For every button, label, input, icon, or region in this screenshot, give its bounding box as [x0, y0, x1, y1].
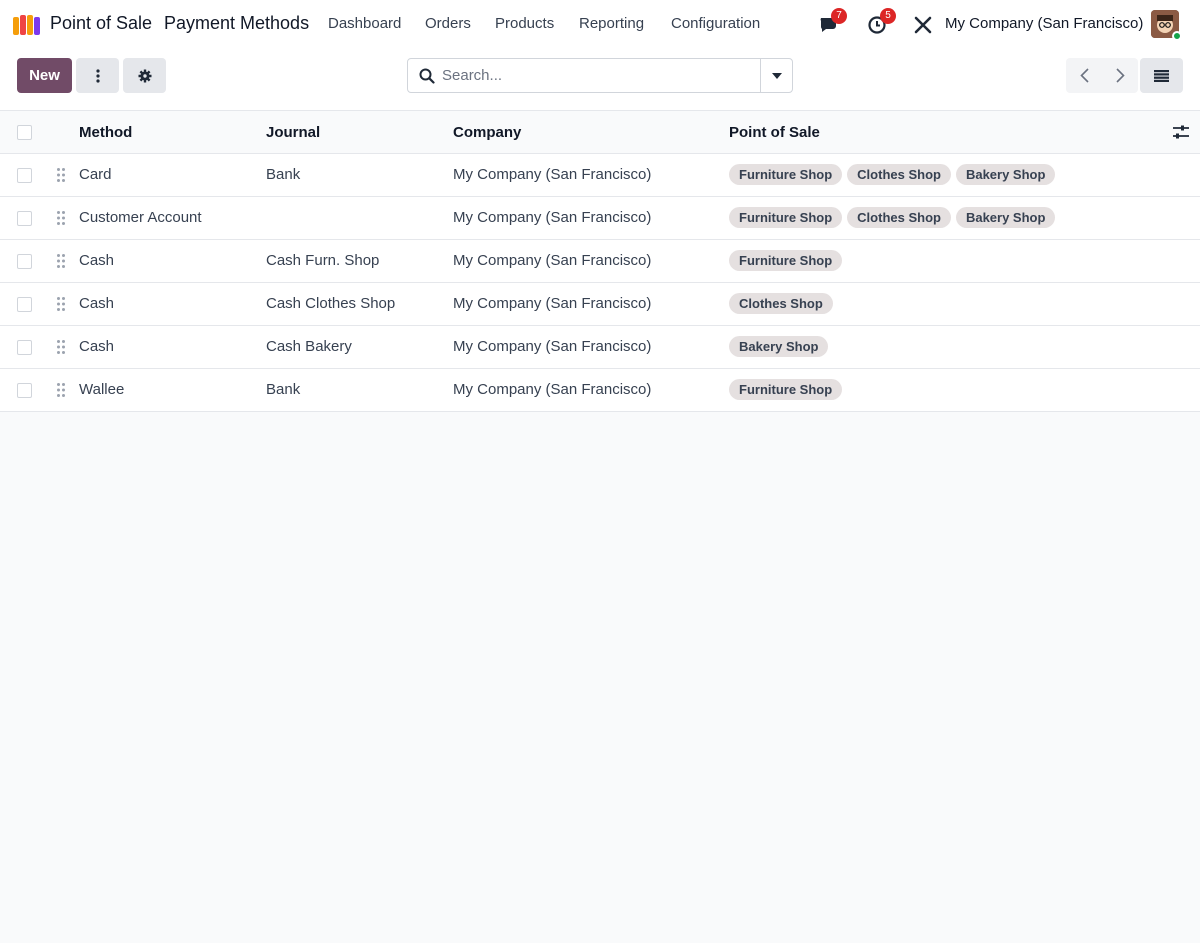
- table-row[interactable]: Cash Cash Furn. Shop My Company (San Franc…: [0, 240, 1200, 283]
- activities-button[interactable]: 5: [866, 8, 896, 36]
- search-bar: [407, 58, 793, 93]
- drag-handle-icon[interactable]: [56, 296, 66, 312]
- chevron-left-icon: [1079, 68, 1089, 83]
- table-header: Method Journal Company Point of Sale: [0, 111, 1200, 154]
- cell-point-of-sale[interactable]: Bakery Shop: [729, 336, 829, 357]
- list-view-icon: [1154, 69, 1169, 82]
- cell-method[interactable]: Customer Account: [79, 209, 202, 226]
- pos-tag: Furniture Shop: [729, 164, 843, 185]
- app-name[interactable]: Point of Sale: [50, 13, 152, 34]
- pos-tag: Clothes Shop: [729, 293, 833, 314]
- chevron-right-icon: [1115, 68, 1125, 83]
- menu-configuration[interactable]: Configuration: [671, 15, 760, 32]
- pager-previous-button[interactable]: [1066, 58, 1102, 93]
- cell-point-of-sale[interactable]: Furniture Shop Clothes Shop Bakery Shop: [729, 207, 1056, 228]
- tools-icon: [914, 16, 932, 34]
- cell-company[interactable]: My Company (San Francisco): [453, 295, 651, 312]
- pager-next-button[interactable]: [1102, 58, 1138, 93]
- cell-point-of-sale[interactable]: Clothes Shop: [729, 293, 833, 314]
- cell-journal[interactable]: Cash Clothes Shop: [266, 295, 395, 312]
- drag-handle-icon[interactable]: [56, 339, 66, 355]
- cell-journal[interactable]: Cash Bakery: [266, 338, 352, 355]
- cell-company[interactable]: My Company (San Francisco): [453, 381, 651, 398]
- row-checkbox[interactable]: [17, 254, 32, 269]
- table-row[interactable]: Cash Cash Bakery My Company (San Francisco…: [0, 326, 1200, 369]
- online-status-dot: [1172, 31, 1182, 41]
- cell-journal[interactable]: Bank: [266, 381, 300, 398]
- cell-company[interactable]: My Company (San Francisco): [453, 338, 651, 355]
- column-header-method[interactable]: Method: [79, 124, 132, 141]
- optional-columns-icon[interactable]: [1172, 124, 1190, 140]
- company-switcher[interactable]: My Company (San Francisco): [945, 15, 1143, 32]
- pos-tag: Furniture Shop: [729, 379, 843, 400]
- drag-handle-icon[interactable]: [56, 382, 66, 398]
- column-header-company[interactable]: Company: [453, 124, 521, 141]
- search-options-toggle[interactable]: [760, 59, 792, 92]
- search-input[interactable]: [442, 59, 760, 92]
- menu-reporting[interactable]: Reporting: [579, 15, 644, 32]
- page-title: Payment Methods: [164, 13, 310, 33]
- pos-tag: Bakery Shop: [955, 207, 1056, 228]
- table-row[interactable]: Wallee Bank My Company (San Francisco) Furn…: [0, 369, 1200, 412]
- cell-method[interactable]: Cash: [79, 338, 114, 355]
- pos-tag: Furniture Shop: [729, 250, 843, 271]
- pos-tag: Clothes Shop: [847, 164, 951, 185]
- new-button[interactable]: New: [17, 58, 72, 93]
- drag-handle-icon[interactable]: [56, 167, 66, 183]
- list-view-button[interactable]: [1140, 58, 1183, 93]
- row-checkbox[interactable]: [17, 168, 32, 183]
- menu-orders[interactable]: Orders: [425, 15, 471, 32]
- actions-menu-button[interactable]: [76, 58, 119, 93]
- messages-badge: 7: [831, 8, 847, 24]
- column-header-point-of-sale[interactable]: Point of Sale: [729, 124, 820, 141]
- cell-company[interactable]: My Company (San Francisco): [453, 166, 651, 183]
- pos-tag: Clothes Shop: [847, 207, 951, 228]
- cell-company[interactable]: My Company (San Francisco): [453, 209, 651, 226]
- caret-down-icon: [771, 72, 782, 79]
- row-checkbox[interactable]: [17, 211, 32, 226]
- cell-method[interactable]: Cash: [79, 252, 114, 269]
- cell-point-of-sale[interactable]: Furniture Shop: [729, 379, 843, 400]
- pos-tag: Bakery Shop: [729, 336, 829, 357]
- top-navbar: Point of Sale Payment Methods Dashboard …: [0, 0, 1200, 48]
- debug-tools-button[interactable]: [911, 12, 935, 36]
- pos-tag: Furniture Shop: [729, 207, 843, 228]
- table-row[interactable]: Customer Account My Company (San Francisc…: [0, 197, 1200, 240]
- cell-point-of-sale[interactable]: Furniture Shop Clothes Shop Bakery Shop: [729, 164, 1056, 185]
- cell-journal[interactable]: Cash Furn. Shop: [266, 252, 379, 269]
- row-checkbox[interactable]: [17, 297, 32, 312]
- drag-handle-icon[interactable]: [56, 210, 66, 226]
- messages-button[interactable]: 7: [817, 8, 847, 36]
- activities-badge: 5: [880, 8, 896, 24]
- cell-method[interactable]: Card: [79, 166, 112, 183]
- cell-company[interactable]: My Company (San Francisco): [453, 252, 651, 269]
- select-all-checkbox[interactable]: [17, 125, 32, 140]
- table-row[interactable]: Cash Cash Clothes Shop My Company (San Fra…: [0, 283, 1200, 326]
- search-icon: [419, 68, 435, 84]
- user-avatar[interactable]: [1151, 10, 1182, 41]
- pos-app-icon[interactable]: [13, 13, 41, 35]
- menu-dashboard[interactable]: Dashboard: [328, 15, 401, 32]
- cell-point-of-sale[interactable]: Furniture Shop: [729, 250, 843, 271]
- row-checkbox[interactable]: [17, 340, 32, 355]
- settings-button[interactable]: [123, 58, 166, 93]
- drag-handle-icon[interactable]: [56, 253, 66, 269]
- control-panel: New: [0, 48, 1200, 110]
- row-checkbox[interactable]: [17, 383, 32, 398]
- payment-methods-table: Method Journal Company Point of Sale Car…: [0, 110, 1200, 412]
- pos-tag: Bakery Shop: [955, 164, 1056, 185]
- cell-method[interactable]: Wallee: [79, 381, 124, 398]
- vertical-dots-icon: [95, 68, 100, 83]
- cell-method[interactable]: Cash: [79, 295, 114, 312]
- column-header-journal[interactable]: Journal: [266, 124, 320, 141]
- cell-journal[interactable]: Bank: [266, 166, 300, 183]
- table-row[interactable]: Card Bank My Company (San Francisco) Furnit…: [0, 154, 1200, 197]
- menu-products[interactable]: Products: [495, 15, 554, 32]
- gear-icon: [138, 69, 151, 82]
